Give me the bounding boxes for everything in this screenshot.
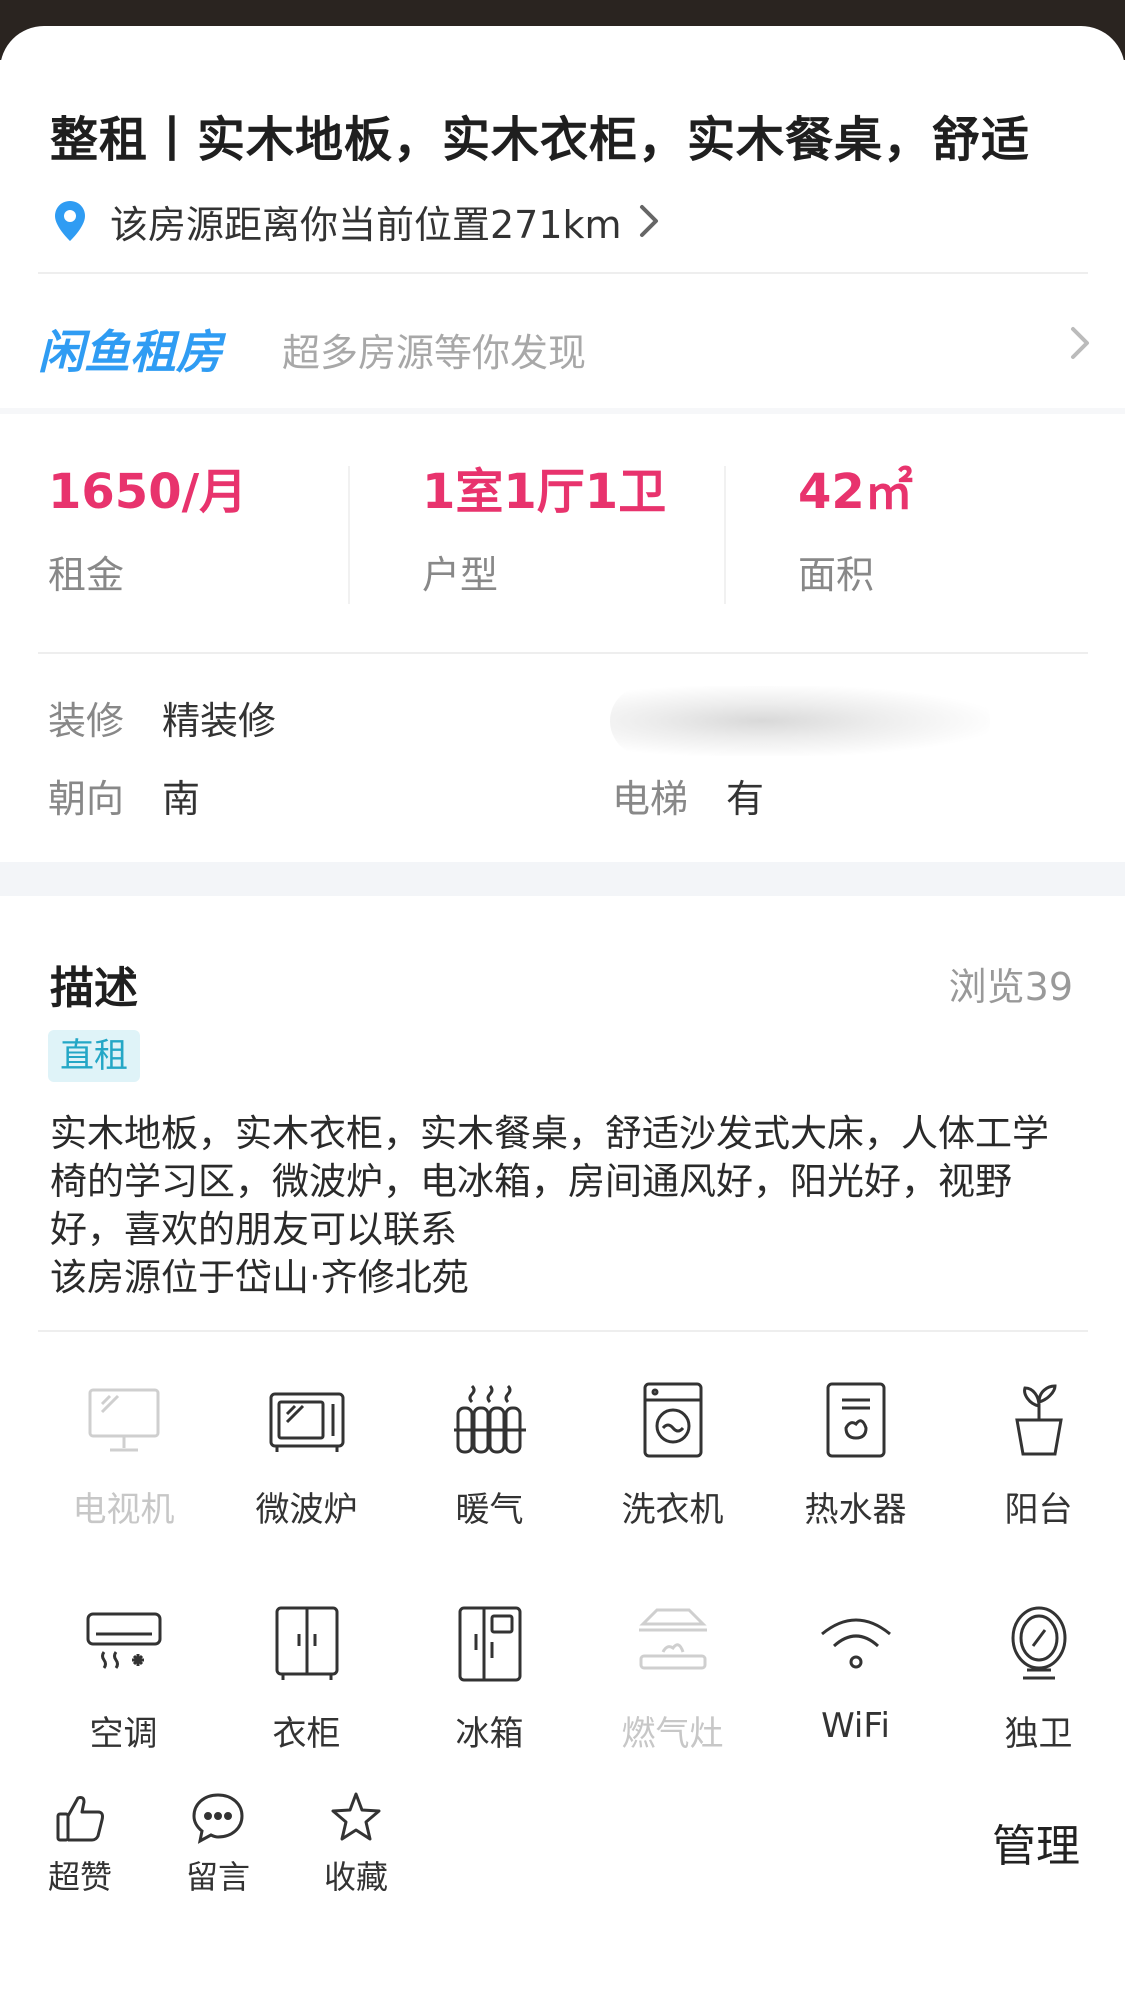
comment-bubble-icon xyxy=(192,1793,244,1844)
amenity-label: 空调 xyxy=(89,1714,158,1754)
amenity-tv: 电视机 xyxy=(32,1380,215,1531)
stat-layout: 1室1厅1卫 户型 xyxy=(422,460,666,599)
amenity-label: WiFi xyxy=(821,1706,890,1746)
amenity-microwave: 微波炉 xyxy=(215,1380,398,1531)
amenity-label: 电视机 xyxy=(72,1490,175,1530)
comment-label: 留言 xyxy=(185,1858,250,1896)
tv-icon xyxy=(88,1388,159,1452)
microwave-icon xyxy=(269,1392,344,1452)
wifi-icon xyxy=(820,1618,891,1669)
gas-stove-icon xyxy=(638,1608,707,1670)
fridge-icon xyxy=(458,1606,521,1682)
amenity-label: 暖气 xyxy=(455,1490,524,1530)
balcony-plant-icon xyxy=(1014,1384,1063,1456)
amenity-label: 微波炉 xyxy=(255,1490,358,1530)
amenity-heating: 暖气 xyxy=(398,1380,581,1531)
radiator-icon xyxy=(453,1384,526,1454)
amenity-washer: 洗衣机 xyxy=(581,1380,764,1531)
direct-rent-tag: 直租 xyxy=(48,1030,140,1082)
attr-decoration: 装修 精装修 xyxy=(48,696,276,746)
bottom-action-bar: 超赞 留言 收藏 管理 xyxy=(0,1770,1125,2004)
like-label: 超赞 xyxy=(47,1858,112,1896)
mirror-icon xyxy=(1011,1606,1066,1680)
location-link[interactable]: 该房源距离你当前位置271km xyxy=(52,196,662,247)
attr-elevator: 电梯有 xyxy=(612,774,764,824)
divider xyxy=(38,1330,1088,1332)
amenity-wardrobe: 衣柜 xyxy=(215,1604,398,1755)
area-label: 面积 xyxy=(798,553,875,597)
layout-label: 户型 xyxy=(422,553,499,597)
attr-value: 精装修 xyxy=(162,699,277,743)
amenity-wifi: WiFi xyxy=(764,1604,947,1746)
description-text: 实木地板，实木衣柜，实木餐桌，舒适沙发式大床，人体工学椅的学习区，微波炉，电冰箱… xyxy=(50,1112,1049,1299)
amenity-gas-stove: 燃气灶 xyxy=(581,1604,764,1755)
amenity-label: 燃气灶 xyxy=(621,1714,724,1754)
stat-area: 42㎡ 面积 xyxy=(798,460,913,599)
view-count: 浏览39 xyxy=(948,965,1073,1009)
divider xyxy=(38,272,1088,274)
chevron-right-icon xyxy=(639,205,658,237)
amenity-label: 衣柜 xyxy=(272,1714,341,1754)
attr-key: 装修 xyxy=(48,699,125,743)
thumbs-up-icon xyxy=(56,1796,104,1842)
attr-key: 电梯 xyxy=(612,777,689,821)
amenity-ac: 空调 xyxy=(32,1604,215,1755)
amenity-label: 洗衣机 xyxy=(621,1490,724,1530)
attr-orientation: 朝向南 xyxy=(48,774,200,824)
star-icon xyxy=(331,1792,381,1841)
stat-rent: 1650/月 租金 xyxy=(48,460,247,599)
manage-button[interactable]: 管理 xyxy=(992,1810,1080,1874)
favorite-button[interactable]: 收藏 xyxy=(306,1790,406,1898)
attr-value: 有 xyxy=(726,777,765,821)
chevron-right-icon xyxy=(1071,327,1089,359)
washing-machine-icon xyxy=(643,1382,702,1458)
location-text: 该房源距离你当前位置271km xyxy=(110,202,622,247)
amenity-fridge: 冰箱 xyxy=(398,1604,581,1755)
water-heater-icon xyxy=(826,1382,885,1458)
rent-label: 租金 xyxy=(48,553,125,597)
divider xyxy=(38,652,1088,654)
wardrobe-icon xyxy=(275,1606,338,1680)
brand-logo: 闲鱼租房 xyxy=(38,325,222,379)
stat-divider xyxy=(348,466,350,604)
area-value: 42㎡ xyxy=(798,464,913,520)
like-button[interactable]: 超赞 xyxy=(30,1790,130,1898)
amenity-label: 阳台 xyxy=(1004,1490,1073,1530)
amenity-label: 热水器 xyxy=(804,1490,907,1530)
comment-button[interactable]: 留言 xyxy=(168,1790,268,1898)
attr-key: 朝向 xyxy=(48,777,125,821)
section-separator xyxy=(0,408,1125,414)
amenity-label: 冰箱 xyxy=(455,1714,524,1754)
rental-banner[interactable]: 闲鱼租房 超多房源等你发现 xyxy=(0,278,1125,408)
favorite-label: 收藏 xyxy=(323,1858,388,1896)
section-separator xyxy=(0,862,1125,896)
amenity-private-bath: 独卫 xyxy=(947,1604,1125,1755)
amenity-water-heater: 热水器 xyxy=(764,1380,947,1531)
blurred-attribute xyxy=(610,686,990,756)
amenity-balcony: 阳台 xyxy=(947,1380,1125,1531)
stat-divider xyxy=(724,466,726,604)
location-pin-icon xyxy=(55,201,85,241)
description-title: 描述 xyxy=(50,963,138,1014)
amenity-label: 独卫 xyxy=(1004,1714,1073,1754)
banner-slogan: 超多房源等你发现 xyxy=(282,331,587,375)
rent-value: 1650/月 xyxy=(48,464,248,520)
air-conditioner-icon xyxy=(86,1612,161,1669)
layout-value: 1室1厅1卫 xyxy=(422,464,667,520)
listing-title: 整租丨实木地板，实木衣柜，实木餐桌，舒适 xyxy=(50,112,1031,168)
attr-value: 南 xyxy=(162,777,201,821)
